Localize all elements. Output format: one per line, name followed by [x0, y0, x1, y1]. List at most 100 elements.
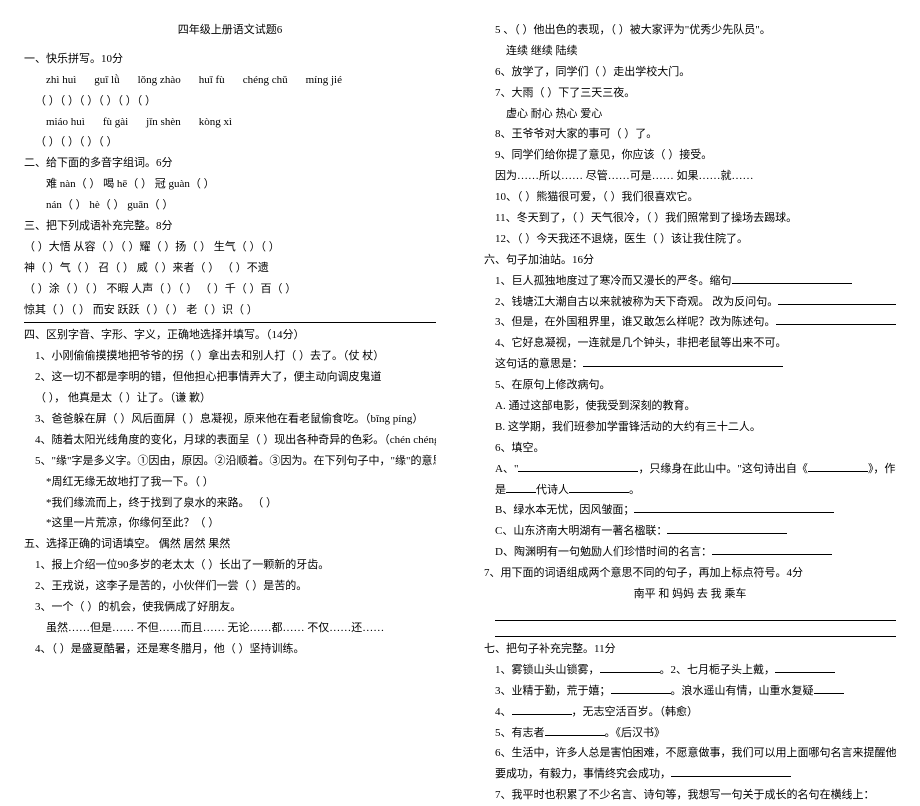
q7-5: 5、有志者 。《后汉书》: [484, 723, 896, 744]
r6-B: B、绿水本无忧，因风皱面；: [484, 500, 896, 521]
r5: 5 、（ ）他出色的表现，（ ）被大家评为"优秀少先队员"。: [484, 20, 896, 41]
fill-blank: [506, 481, 536, 493]
fill-blank: [667, 522, 787, 534]
q7-6b: 要成功，有毅力，事情终究会成功，: [484, 764, 896, 785]
r6-3: 3、但是，在外国租界里，谁又敢怎么样呢？改为陈述句。: [484, 312, 896, 333]
fill-blank: [545, 724, 605, 736]
r9: 9、同学们给你提了意见，你应该（ ）接受。: [484, 145, 896, 166]
r6-1: 1、巨人孤独地度过了寒冷而又漫长的严冬。缩句: [484, 271, 896, 292]
text: 要成功，有毅力，事情终究会成功，: [495, 768, 671, 780]
r6-5a: A. 通过这部电影，使我受到深刻的教育。: [484, 396, 896, 417]
fill-blank: [814, 682, 844, 694]
r6-6: 6、填空。: [484, 438, 896, 459]
text: 3、但是，在外国租界里，谁又敢怎么样呢？改为陈述句。: [495, 316, 776, 328]
q7-6: 6、生活中，许多人总是害怕困难，不愿意做事，我们可以用上面哪句名言来提醒他。: [484, 743, 896, 764]
r8: 8、王爷爷对大家的事可（ ）了。: [484, 124, 896, 145]
section-7-head: 7、用下面的词语组成两个意思不同的句子，再加上标点符号。4分: [484, 563, 896, 584]
section-4-head: 四、区别字音、字形、字义，正确地选择并填写。（14分）: [24, 325, 436, 346]
q7-7: 7、我平时也积累了不少名言、诗句等，我想写一句关于成长的名句在横线上：: [484, 785, 896, 806]
s2-line-1: 难 nàn（ ） 喝 hē（ ） 冠 guàn（ ）: [24, 174, 436, 195]
left-column: 四年级上册语文试题6 一、快乐拼写。10分 zhì huì guī lǜ lǒn…: [0, 0, 460, 672]
r6-4: 4、它好息凝视，一连就是几个钟头，非把老鼠等出来不可。: [484, 333, 896, 354]
pinyin: guī lǜ: [94, 70, 119, 91]
section-1-head: 一、快乐拼写。10分: [24, 49, 436, 70]
text: C、山东济南大明湖有一著名楹联：: [495, 525, 667, 537]
pinyin: huī fù: [199, 70, 225, 91]
text: 。2、七月栀子头上戴，: [660, 664, 776, 676]
s5-1: 1、报上介绍一位90多岁的老太太（ ）长出了一颗新的牙齿。: [24, 555, 436, 576]
text: 》，作者: [868, 463, 896, 475]
pinyin: zhì huì: [46, 70, 76, 91]
text: 代诗人: [536, 484, 569, 496]
right-column: 5 、（ ）他出色的表现，（ ）被大家评为"优秀少先队员"。 连续 继续 陆续 …: [460, 0, 920, 672]
r9-opts: 因为……所以…… 尽管……可是…… 如果……就……: [484, 166, 896, 187]
s4-5a: *周红无缘无故地打了我一下。（ ）: [24, 472, 436, 493]
fill-blank: [512, 703, 572, 715]
bracket-row-2: （ ）（ ）（ ）（ ）: [24, 132, 436, 153]
s3-line-3: （ ）涂（ ）（ ） 不暇 人声（ ）（ ） （ ）千（ ）百（ ）: [24, 279, 436, 300]
fill-blank: [518, 460, 638, 472]
text: 5、有志者: [495, 727, 545, 739]
s7-words: 南平 和 妈妈 去 我 乘车: [484, 584, 896, 605]
pinyin-row-2: miáo huì fù gài jǐn shèn kòng xì: [24, 112, 436, 133]
text: 3、业精于勤，荒于嬉；: [495, 685, 611, 697]
bracket-row-1: （ ）（ ）（ ）（ ）（ ）（ ）: [24, 91, 436, 112]
pinyin: miáo huì: [46, 112, 85, 133]
r6-D: D、陶渊明有一句勉励人们珍惜时间的名言：: [484, 542, 896, 563]
s4-2b: （ ）， 他真是太（ ）让了。（谦 歉）: [24, 388, 436, 409]
r6: 6、放学了，同学们（ ）走出学校大门。: [484, 62, 896, 83]
r12: 12、（ ）今天我还不退烧，医生（ ）该让我住院了。: [484, 229, 896, 250]
text: 。: [629, 484, 640, 496]
pinyin: kòng xì: [199, 112, 232, 133]
s3-line-4: 惊其（ ）（ ） 而安 跃跃（ ）（ ） 老（ ）识（ ）: [24, 300, 436, 321]
answer-line: [495, 607, 896, 621]
pinyin: míng jié: [306, 70, 342, 91]
text: 是: [495, 484, 506, 496]
s4-5c: *这里一片荒凉，你缘何至此？（ ）: [24, 513, 436, 534]
q7-3c: 4、，无志空活百岁。（韩愈）: [484, 702, 896, 723]
fill-blank: [776, 313, 896, 325]
r6-6a: A、" ，只缘身在此山中。"这句诗出自《 》，作者: [484, 459, 896, 480]
pinyin: jǐn shèn: [146, 112, 181, 133]
s5-3: 3、一个（ ）的机会，使我俩成了好朋友。: [24, 597, 436, 618]
r6-C: C、山东济南大明湖有一著名楹联：: [484, 521, 896, 542]
text: 1、巨人孤独地度过了寒冷而又漫长的严冬。缩句: [495, 275, 732, 287]
q7-1: 1、雾锁山头山锁雾， 。2、七月栀子头上戴，: [484, 660, 896, 681]
r7-opts: 虚心 耐心 热心 爱心: [484, 104, 896, 125]
r6-4b: 5、在原句上修改病句。: [484, 375, 896, 396]
s3-line-2: 神（ ）气（ ） 召（ ） 威（ ）来者（ ） （ ）不遗: [24, 258, 436, 279]
question-7-head: 七、把句子补充完整。11分: [484, 639, 896, 660]
fill-blank: [775, 661, 835, 673]
section-2-head: 二、给下面的多音字组词。6分: [24, 153, 436, 174]
text: 2、钱塘江大潮自古以来就被称为天下奇观。 改为反问句。: [495, 296, 778, 308]
divider: [24, 322, 436, 323]
text: 这句话的意思是：: [495, 358, 583, 370]
r7: 7、大雨（ ）下了三天三夜。: [484, 83, 896, 104]
section-3-head: 三、把下列成语补充完整。8分: [24, 216, 436, 237]
s4-1: 1、小刚偷偷摸摸地把爷爷的拐（ ）拿出去和别人打（ ）去了。（仗 杖）: [24, 346, 436, 367]
fill-blank: [583, 355, 783, 367]
s4-3: 3、爸爸躲在屏（ ）风后面屏（ ）息凝视，原来他在看老鼠偷食吃。（bīng pí…: [24, 409, 436, 430]
text: 1、雾锁山头山锁雾，: [495, 664, 600, 676]
r6-2: 2、钱塘江大潮自古以来就被称为天下奇观。 改为反问句。: [484, 292, 896, 313]
fill-blank: [611, 682, 671, 694]
fill-blank: [712, 543, 832, 555]
s5-opts: 虽然……但是…… 不但……而且…… 无论……都…… 不仅……还……: [24, 618, 436, 639]
s4-4: 4、随着太阳光线角度的变化，月球的表面呈（ ）现出各种奇异的色彩。（chén c…: [24, 430, 436, 451]
answer-line: [495, 623, 896, 637]
pinyin: lǒng zhào: [138, 70, 181, 91]
pinyin: fù gài: [103, 112, 128, 133]
fill-blank: [671, 765, 791, 777]
text: 。《后汉书》: [605, 727, 666, 739]
s5-4: 4、（ ）是盛夏酷暑，还是寒冬腊月，他（ ）坚持训练。: [24, 639, 436, 660]
r11: 11、冬天到了，（ ）天气很冷，（ ）我们照常到了操场去踢球。: [484, 208, 896, 229]
s4-2: 2、这一切不都是李明的错，但他担心把事情弄大了，便主动向调皮鬼道: [24, 367, 436, 388]
text: ，无志空活百岁。（韩愈）: [572, 706, 699, 718]
doc-title: 四年级上册语文试题6: [24, 20, 436, 41]
text: A、": [495, 463, 518, 475]
section-5-head: 五、选择正确的词语填空。 偶然 居然 果然: [24, 534, 436, 555]
q7-3: 3、业精于勤，荒于嬉；。浪水遥山有情，山重水复疑: [484, 681, 896, 702]
text: ，只缘身在此山中。"这句诗出自《: [638, 463, 808, 475]
fill-blank: [634, 501, 834, 513]
fill-blank: [569, 481, 629, 493]
